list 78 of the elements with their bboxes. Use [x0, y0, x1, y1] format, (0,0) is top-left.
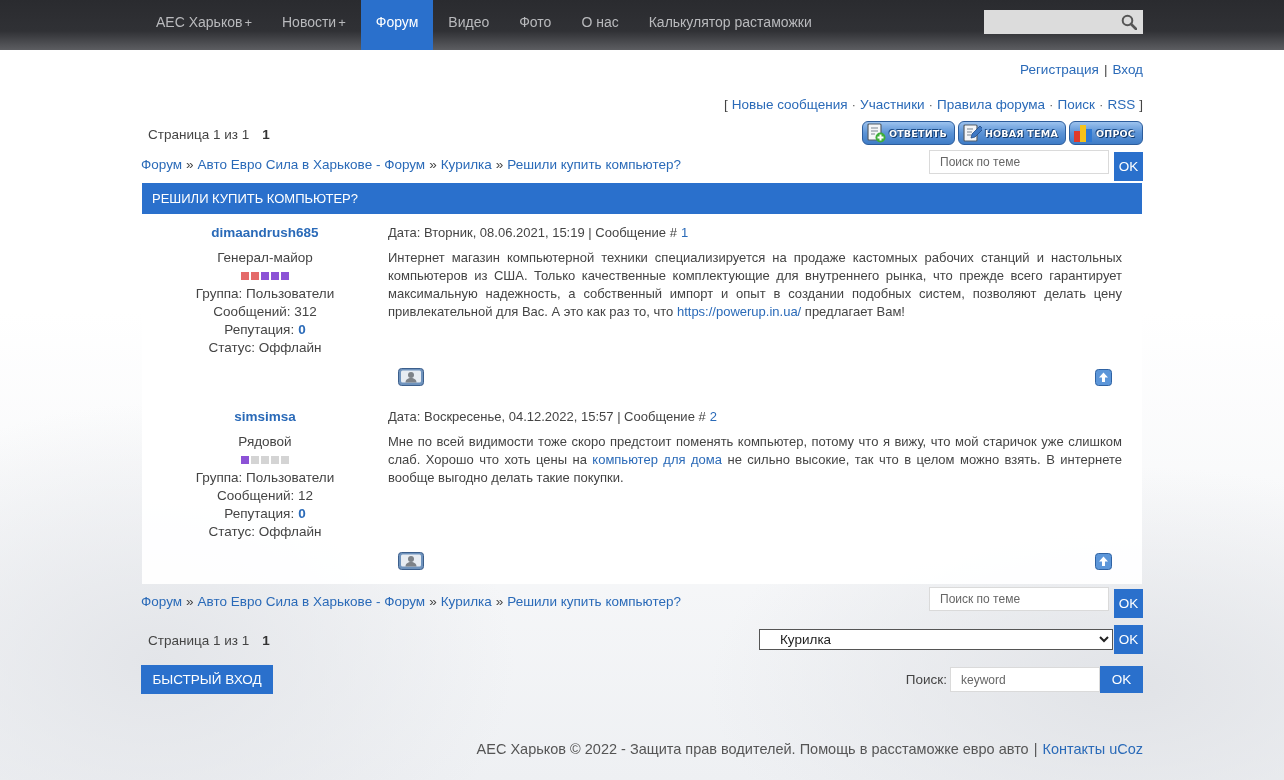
nav-tab[interactable]: Новости+: [267, 0, 361, 50]
arrow-up-icon[interactable]: [1095, 368, 1112, 386]
user-detail-text: Сообщений: 12: [217, 487, 313, 505]
post-text: Мне по всей видимости тоже скоро предстоит поменять компьютер, потому что я вижу, что мой старичок уже слишком слаб. Хорошо что хоть цены на компьютер для дома не сильно высокие, так что в целом можно взять. В интернете вообще выгодно делать такие покупки.: [388, 433, 1122, 487]
post-date-text: Дата: Вторник, 08.06.2021, 15:19 | Сообщение #: [388, 224, 677, 242]
breadcrumb: Форум » Авто Евро Сила в Харькове - Форум » Курилка » Решили купить компьютер?: [141, 156, 681, 174]
page-number[interactable]: 1: [262, 631, 270, 650]
breadcrumb-link[interactable]: Решили купить компьютер?: [507, 594, 681, 609]
breadcrumb-link[interactable]: Авто Евро Сила в Харькове - Форум: [197, 594, 426, 609]
page-count-text: Страница 1 из 1: [148, 125, 250, 144]
poll-button[interactable]: ОПРОС: [1068, 121, 1143, 145]
author-link[interactable]: dimaandrush685: [142, 224, 388, 242]
forum-select[interactable]: Курилка: [759, 629, 1113, 650]
rank-text: Рядовой: [237, 433, 293, 451]
user-detail-text: Сообщений: 312: [213, 303, 317, 321]
forum-link[interactable]: RSS: [1107, 97, 1136, 112]
auth-links: Регистрация | Вход: [1020, 61, 1143, 79]
reputation-link[interactable]: 0: [298, 321, 306, 339]
search-label: Поиск:: [905, 672, 947, 687]
rank-text: Генерал-майор: [216, 249, 314, 267]
reply-button[interactable]: ОТВЕТИТЬ: [861, 121, 955, 145]
breadcrumb-link[interactable]: Форум: [141, 157, 182, 172]
nav-tab[interactable]: АЕС Харьков+: [141, 0, 267, 50]
breadcrumb-link[interactable]: Решили купить компьютер?: [507, 157, 681, 172]
footer-text: АЕС Харьков © 2022 - Защита прав водителей. Помощь в расстаможке евро авто | Контакты uCoz: [475, 740, 1143, 758]
new-topic-button[interactable]: НОВАЯ ТЕМА: [957, 121, 1066, 145]
user-detail-text: Группа: Пользователи: [195, 469, 335, 487]
user-detail-text: Статус: Оффлайн: [208, 523, 322, 541]
nav-tab[interactable]: О нас: [566, 0, 634, 50]
topic-title-bar: РЕШИЛИ КУПИТЬ КОМПЬЮТЕР?: [142, 183, 1142, 214]
breadcrumb: Форум » Авто Евро Сила в Харькове - Форум » Курилка » Решили купить компьютер?: [141, 593, 681, 611]
footer-link[interactable]: Контакты: [1042, 741, 1106, 757]
topic-search-field[interactable]: Поиск по теме: [929, 150, 1109, 174]
user-icon[interactable]: [398, 368, 424, 386]
auth-link[interactable]: Вход: [1112, 62, 1143, 77]
ok-button[interactable]: OK: [1114, 625, 1143, 654]
post-number-link[interactable]: 1: [680, 224, 689, 242]
document-plus-icon: [865, 123, 886, 143]
auth-link[interactable]: Регистрация: [1020, 62, 1099, 77]
page-number[interactable]: 1: [262, 125, 270, 144]
search-field[interactable]: [984, 10, 1143, 34]
user-detail-text: Репутация:: [224, 505, 295, 523]
nav-tab[interactable]: Фото: [504, 0, 567, 50]
search-icon[interactable]: [1121, 14, 1137, 30]
topic-search-field[interactable]: Поиск по теме: [929, 587, 1109, 611]
footer-link[interactable]: uCoz: [1109, 741, 1143, 757]
forum-links: [ Новые сообщения · Участники · Правила форума · Поиск · RSS ]: [724, 96, 1143, 114]
document-pencil-icon: [961, 123, 982, 143]
breadcrumb-link[interactable]: Форум: [141, 594, 182, 609]
forum-link[interactable]: Поиск: [1057, 97, 1095, 112]
forum-link[interactable]: Правила форума: [937, 97, 1046, 112]
quick-login-button[interactable]: БЫСТРЫЙ ВХОД: [141, 665, 273, 694]
bar-chart-icon: [1072, 123, 1093, 143]
breadcrumb-link[interactable]: Авто Евро Сила в Харькове - Форум: [197, 157, 426, 172]
nav-tab[interactable]: Форум: [360, 0, 434, 50]
keyword-field[interactable]: keyword: [950, 667, 1100, 692]
user-icon[interactable]: [398, 552, 424, 570]
post-text: Интернет магазин компьютерной техники специализируется на продаже кастомных рабочих станций и настольных компьютеров из США. Только качественные комплектующие для внутреннего рынка, что прежде всего гарантирует максимальную надежность, а собственный импорт и опыт в создании подобных систем, позволяют делать цену привлекательной для Вас. А это как раз то, что https://powerup.in.ua/ предлагает Вам!: [388, 249, 1122, 321]
post-number-link[interactable]: 2: [709, 408, 717, 426]
nav-tab[interactable]: Видео: [433, 0, 505, 50]
forum-link[interactable]: Участники: [860, 97, 925, 112]
page-count-text: Страница 1 из 1: [148, 631, 250, 650]
user-detail-text: Группа: Пользователи: [195, 285, 335, 303]
breadcrumb-link[interactable]: Курилка: [440, 594, 492, 609]
user-detail-text: Репутация:: [224, 321, 295, 339]
ok-button[interactable]: OK: [1114, 589, 1143, 618]
arrow-up-icon[interactable]: [1095, 552, 1112, 570]
nav-tab[interactable]: Калькулятор растаможки: [633, 0, 827, 50]
ok-button[interactable]: OK: [1114, 152, 1143, 181]
user-detail-text: Статус: Оффлайн: [208, 339, 322, 357]
reputation-link[interactable]: 0: [298, 505, 306, 523]
author-link[interactable]: simsimsa: [142, 408, 388, 426]
post-link[interactable]: https://powerup.in.ua/: [676, 304, 802, 319]
post-date-text: Дата: Воскресенье, 04.12.2022, 15:57 | Сообщение #: [388, 408, 706, 426]
ok-button[interactable]: OK: [1100, 666, 1143, 693]
breadcrumb-link[interactable]: Курилка: [440, 157, 492, 172]
forum-link[interactable]: Новые сообщения: [731, 97, 848, 112]
post-link[interactable]: компьютер для дома: [592, 452, 722, 467]
